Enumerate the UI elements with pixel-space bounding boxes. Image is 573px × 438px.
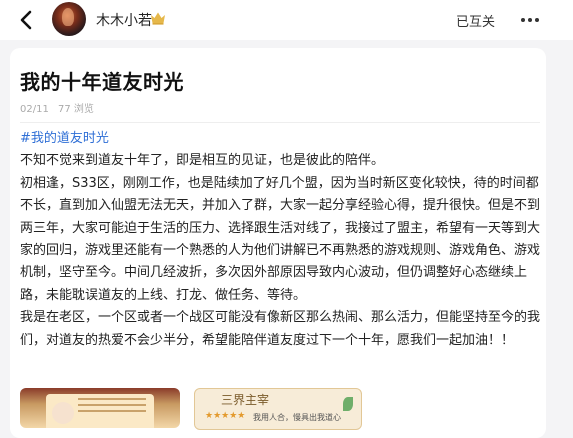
thumbnail-text-lines — [78, 398, 146, 400]
post-title: 我的十年道友时光 — [20, 70, 184, 94]
post-meta: 02/11 77 浏览 — [20, 100, 100, 115]
crown-icon — [151, 12, 165, 25]
star-rating: ★★★★★ — [205, 411, 246, 421]
paragraph: 初相逢，S33区，刚刚工作，也是陆续加了好几个盟，因为当时新区变化较快，待的时间… — [20, 175, 541, 303]
follow-status-button[interactable]: 已互关 — [456, 11, 495, 30]
paragraph: 我是在老区，一个区或者一个战区可能没有像新区那么热闹、那么活力，但能坚持至今的我… — [20, 310, 541, 348]
character-portrait — [52, 402, 74, 424]
image-thumbnail-1[interactable] — [20, 388, 180, 428]
topic-tag-link[interactable]: #我的道友时光 — [20, 128, 540, 150]
more-dots-icon — [521, 18, 539, 22]
avatar[interactable] — [52, 2, 86, 36]
thumbnail-title: 三界主宰 — [221, 393, 270, 407]
username[interactable]: 木木小若 — [96, 10, 152, 30]
chevron-left-icon — [20, 10, 32, 30]
divider — [20, 122, 540, 123]
post-views: 77 浏览 — [58, 104, 94, 115]
more-button[interactable] — [514, 4, 546, 36]
paragraph: 不知不觉来到道友十年了，即是相互的见证，也是彼此的陪伴。 — [20, 153, 385, 169]
thumbnail-caption: 我用人合，慢具出我道心 — [253, 413, 341, 422]
leaf-icon — [343, 397, 353, 411]
back-button[interactable] — [14, 8, 38, 32]
top-bar: 木木小若 已互关 — [0, 0, 573, 40]
post-body: #我的道友时光 不知不觉来到道友十年了，即是相互的见证，也是彼此的陪伴。 初相逢… — [20, 128, 540, 352]
post-date: 02/11 — [20, 104, 49, 115]
